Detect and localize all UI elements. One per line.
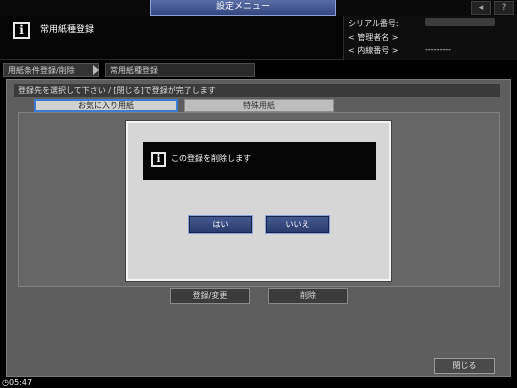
admin-name-label: < 管理者名 > — [348, 33, 399, 42]
clock: ◷05:47 — [2, 377, 32, 388]
delete-button[interactable]: 削除 — [268, 288, 348, 304]
serial-label: シリアル番号: — [348, 19, 399, 28]
help-icon[interactable]: ? — [494, 1, 514, 15]
page-title: 常用紙種登録 — [40, 25, 95, 35]
clock-icon: ◷ — [2, 378, 9, 387]
info-icon: i — [13, 22, 30, 39]
info-icon: i — [151, 152, 166, 167]
no-button[interactable]: いいえ — [265, 215, 330, 234]
breadcrumb-frequent-paper: 常用紙種登録 — [105, 63, 255, 77]
register-change-button[interactable]: 登録/変更 — [170, 288, 250, 304]
help-label: ? — [501, 3, 507, 13]
breadcrumb-paper-settings[interactable]: 用紙条件登録/削除 — [3, 63, 99, 77]
tab-special-paper[interactable]: 特殊用紙 — [184, 99, 334, 112]
extension-label: < 内線番号 > — [348, 46, 399, 55]
tab-favorite-paper[interactable]: お気に入り用紙 — [34, 99, 178, 112]
clock-time: 05:47 — [8, 378, 33, 387]
instruction-text: 登録先を選択して下さい / [閉じる]で登録が完了します — [14, 84, 500, 97]
speaker-icon[interactable]: ◂ — [471, 1, 491, 15]
footer — [0, 377, 517, 388]
serial-number-value — [425, 18, 495, 26]
extension-value: --------- — [425, 45, 451, 54]
breadcrumb-arrow-icon — [93, 65, 99, 75]
settings-menu-tab[interactable]: 設定メニュー — [150, 0, 336, 16]
close-button[interactable]: 閉じる — [434, 358, 495, 374]
dialog-message: この登録を削除します — [171, 154, 251, 163]
yes-button[interactable]: はい — [188, 215, 253, 234]
